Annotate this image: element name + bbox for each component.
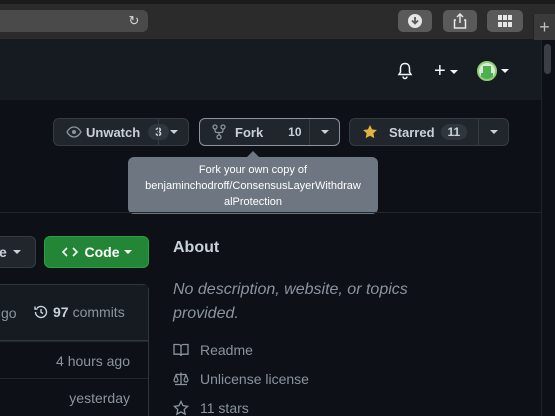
chevron-down-icon bbox=[169, 130, 178, 134]
notifications-button[interactable] bbox=[397, 62, 413, 80]
readme-link[interactable]: Readme bbox=[173, 342, 253, 358]
bell-icon bbox=[397, 62, 413, 80]
watch-button[interactable]: Unwatch 3 bbox=[53, 118, 189, 146]
commit-age: go bbox=[1, 305, 17, 321]
watch-dropdown[interactable] bbox=[158, 119, 188, 145]
code-button[interactable]: Code bbox=[44, 236, 149, 268]
about-heading: About bbox=[173, 239, 220, 256]
scrollbar-thumb[interactable] bbox=[544, 44, 551, 74]
table-row[interactable]: yesterday bbox=[0, 378, 148, 416]
stars-link[interactable]: 11 stars bbox=[173, 400, 249, 416]
chevron-down-icon bbox=[320, 130, 329, 134]
stars-label: 11 stars bbox=[200, 400, 249, 416]
star-outline-icon bbox=[173, 400, 189, 416]
history-icon bbox=[34, 305, 48, 319]
tooltip-line: benjaminchodroff/ConsensusLayerWithdraw bbox=[145, 180, 361, 192]
tooltip-line: Fork your own copy of bbox=[198, 164, 308, 176]
scrollbar-track[interactable] bbox=[541, 40, 555, 416]
latest-commit-bar: go 97 commits bbox=[0, 285, 148, 341]
user-menu-button[interactable] bbox=[477, 61, 509, 81]
commits-count: 97 bbox=[53, 304, 69, 320]
about-description: No description, website, or topics provi… bbox=[173, 281, 408, 322]
row-age: 4 hours ago bbox=[56, 353, 130, 369]
star-icon bbox=[363, 125, 377, 139]
avatar bbox=[477, 61, 497, 81]
file-list: go 97 commits 4 hours ago yesterday bbox=[0, 284, 149, 416]
fork-icon bbox=[212, 124, 226, 140]
branch-button[interactable]: e bbox=[0, 236, 36, 268]
watch-label: Unwatch bbox=[86, 124, 141, 140]
download-icon bbox=[408, 14, 422, 28]
star-button[interactable]: Starred 11 bbox=[349, 118, 509, 146]
chevron-down-icon bbox=[501, 69, 509, 73]
fork-button[interactable]: Fork 10 bbox=[199, 118, 340, 146]
plus-icon: + bbox=[434, 60, 446, 82]
code-icon bbox=[61, 247, 78, 257]
code-label: Code bbox=[84, 244, 120, 260]
reload-icon[interactable]: ↻ bbox=[126, 13, 142, 29]
star-label: Starred bbox=[389, 124, 435, 140]
fork-dropdown[interactable] bbox=[309, 119, 339, 145]
fork-label: Fork bbox=[235, 124, 264, 140]
tab-overview-icon bbox=[498, 15, 512, 27]
site-header: + bbox=[0, 40, 555, 100]
commits-link[interactable]: 97 commits bbox=[33, 304, 125, 320]
row-age: yesterday bbox=[69, 390, 130, 406]
license-label: Unlicense license bbox=[200, 371, 309, 387]
create-new-button[interactable]: + bbox=[434, 60, 458, 83]
license-link[interactable]: Unlicense license bbox=[173, 371, 309, 387]
chevron-down-icon bbox=[12, 250, 21, 254]
tooltip-line: alProtection bbox=[223, 196, 283, 208]
section-divider bbox=[0, 212, 555, 213]
chevron-down-icon bbox=[489, 130, 498, 134]
star-dropdown[interactable] bbox=[478, 119, 508, 145]
address-bar[interactable]: ↻ bbox=[0, 10, 148, 32]
browser-toolbar: ↻ + bbox=[0, 0, 555, 40]
commits-label: commits bbox=[72, 304, 125, 320]
fork-tooltip: Fork your own copy of benjaminchodroff/C… bbox=[128, 151, 378, 214]
eye-icon bbox=[66, 126, 82, 138]
chevron-down-icon bbox=[123, 250, 132, 254]
new-tab-button[interactable]: + bbox=[533, 14, 555, 40]
fork-count: 10 bbox=[288, 125, 302, 139]
tab-strip bbox=[0, 0, 555, 4]
star-count: 11 bbox=[440, 124, 468, 140]
book-icon bbox=[173, 343, 189, 357]
tab-overview-button[interactable] bbox=[487, 10, 523, 32]
table-row[interactable]: 4 hours ago bbox=[0, 341, 148, 379]
law-icon bbox=[173, 372, 189, 386]
share-button[interactable] bbox=[443, 10, 477, 32]
readme-label: Readme bbox=[200, 342, 253, 358]
download-button[interactable] bbox=[398, 10, 432, 32]
chevron-down-icon bbox=[449, 69, 458, 74]
share-icon bbox=[453, 13, 467, 29]
branch-label: e bbox=[0, 244, 7, 260]
